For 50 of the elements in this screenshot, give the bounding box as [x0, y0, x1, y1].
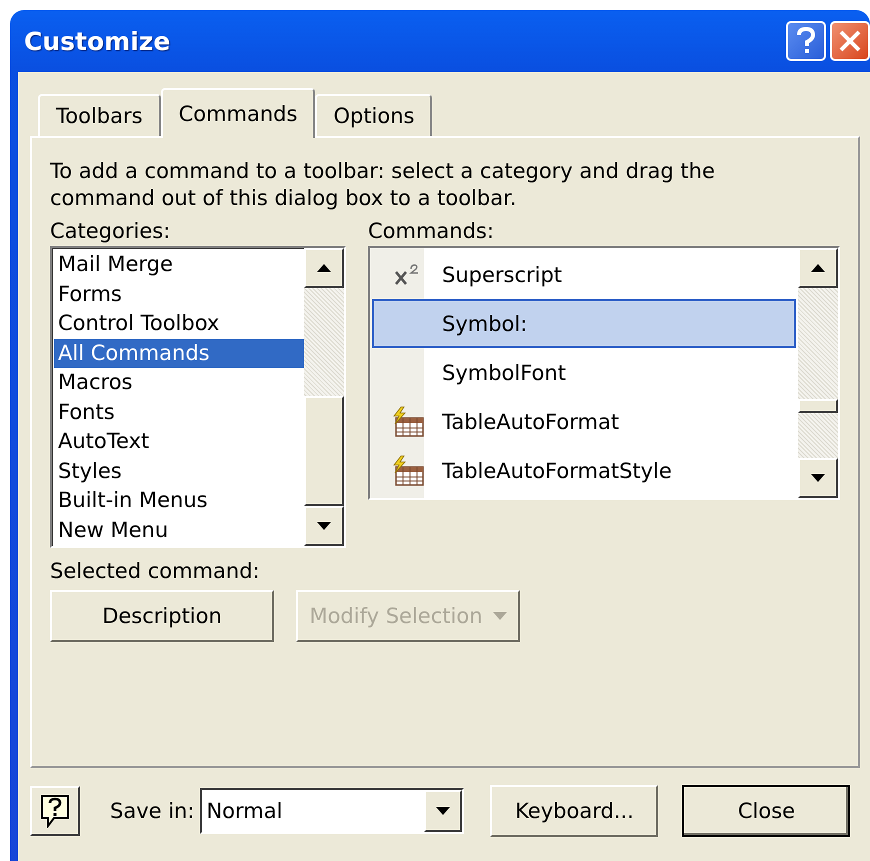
- scroll-up-button[interactable]: [304, 248, 344, 288]
- scroll-down-button[interactable]: [798, 458, 838, 498]
- command-item[interactable]: SymbolFont: [372, 348, 796, 397]
- command-item[interactable]: TableAutoFormat: [372, 397, 796, 446]
- commands-label: Commands:: [368, 218, 495, 245]
- close-icon: [838, 29, 862, 53]
- scroll-down-icon: [811, 474, 825, 482]
- help-button[interactable]: [30, 786, 80, 836]
- table-lightning-icon: [391, 406, 425, 438]
- scroll-up-icon: [317, 264, 331, 272]
- scroll-down-icon: [317, 522, 331, 530]
- dropdown-arrow-icon: [436, 807, 450, 815]
- category-item[interactable]: AutoText: [54, 427, 304, 456]
- tab[interactable]: Commands: [160, 88, 316, 138]
- category-item[interactable]: Styles: [54, 456, 304, 486]
- command-item[interactable]: Symbol:: [372, 299, 796, 348]
- button[interactable]: Description: [50, 590, 274, 642]
- save-in-dropdown[interactable]: Normal: [200, 788, 464, 834]
- scroll-thumb[interactable]: [798, 399, 838, 414]
- command-item[interactable]: Superscript: [372, 250, 796, 299]
- command-item[interactable]: TableAutoFormatStyle: [372, 446, 796, 495]
- scroll-down-button[interactable]: [304, 506, 344, 546]
- scrollbar[interactable]: [304, 248, 344, 546]
- categories-label: Categories:: [50, 218, 172, 245]
- category-item[interactable]: All Commands: [54, 338, 304, 368]
- category-item[interactable]: Control Toolbox: [54, 309, 304, 338]
- help-bubble-icon: [40, 794, 70, 828]
- save-in-label: Save in:: [110, 798, 194, 825]
- window-title: Customize: [24, 26, 170, 56]
- question-icon: [796, 27, 816, 55]
- scrollbar[interactable]: [798, 248, 838, 498]
- category-item[interactable]: Macros: [54, 368, 304, 398]
- scroll-thumb[interactable]: [304, 396, 344, 506]
- selected-command-label: Selected command:: [50, 558, 261, 585]
- instructions-text: To add a command to a toolbar: select a category and drag the command out of this dialog box to a toolbar.: [50, 158, 716, 212]
- tab[interactable]: Toolbars: [38, 94, 161, 136]
- category-item[interactable]: Fonts: [54, 398, 304, 427]
- table-lightning-icon: [391, 454, 425, 486]
- tab[interactable]: Options: [315, 94, 432, 136]
- category-item[interactable]: New Menu: [54, 516, 304, 545]
- commands-list[interactable]: Superscript Symbol: SymbolFont TableAutoFormat TableAutoFormatStyle: [368, 246, 840, 500]
- scroll-up-icon: [811, 264, 825, 272]
- close-button[interactable]: [830, 21, 870, 61]
- button[interactable]: Close: [682, 785, 850, 837]
- category-item[interactable]: Forms: [54, 280, 304, 309]
- button[interactable]: Keyboard...: [490, 785, 658, 837]
- category-item[interactable]: Built-in Menus: [54, 486, 304, 516]
- categories-list[interactable]: Mail Merge Forms Control Toolbox All Commands Macros Fonts AutoText Styles Built-in Menus New Menu: [50, 246, 346, 548]
- scroll-up-button[interactable]: [798, 248, 838, 288]
- category-item[interactable]: Mail Merge: [54, 250, 304, 280]
